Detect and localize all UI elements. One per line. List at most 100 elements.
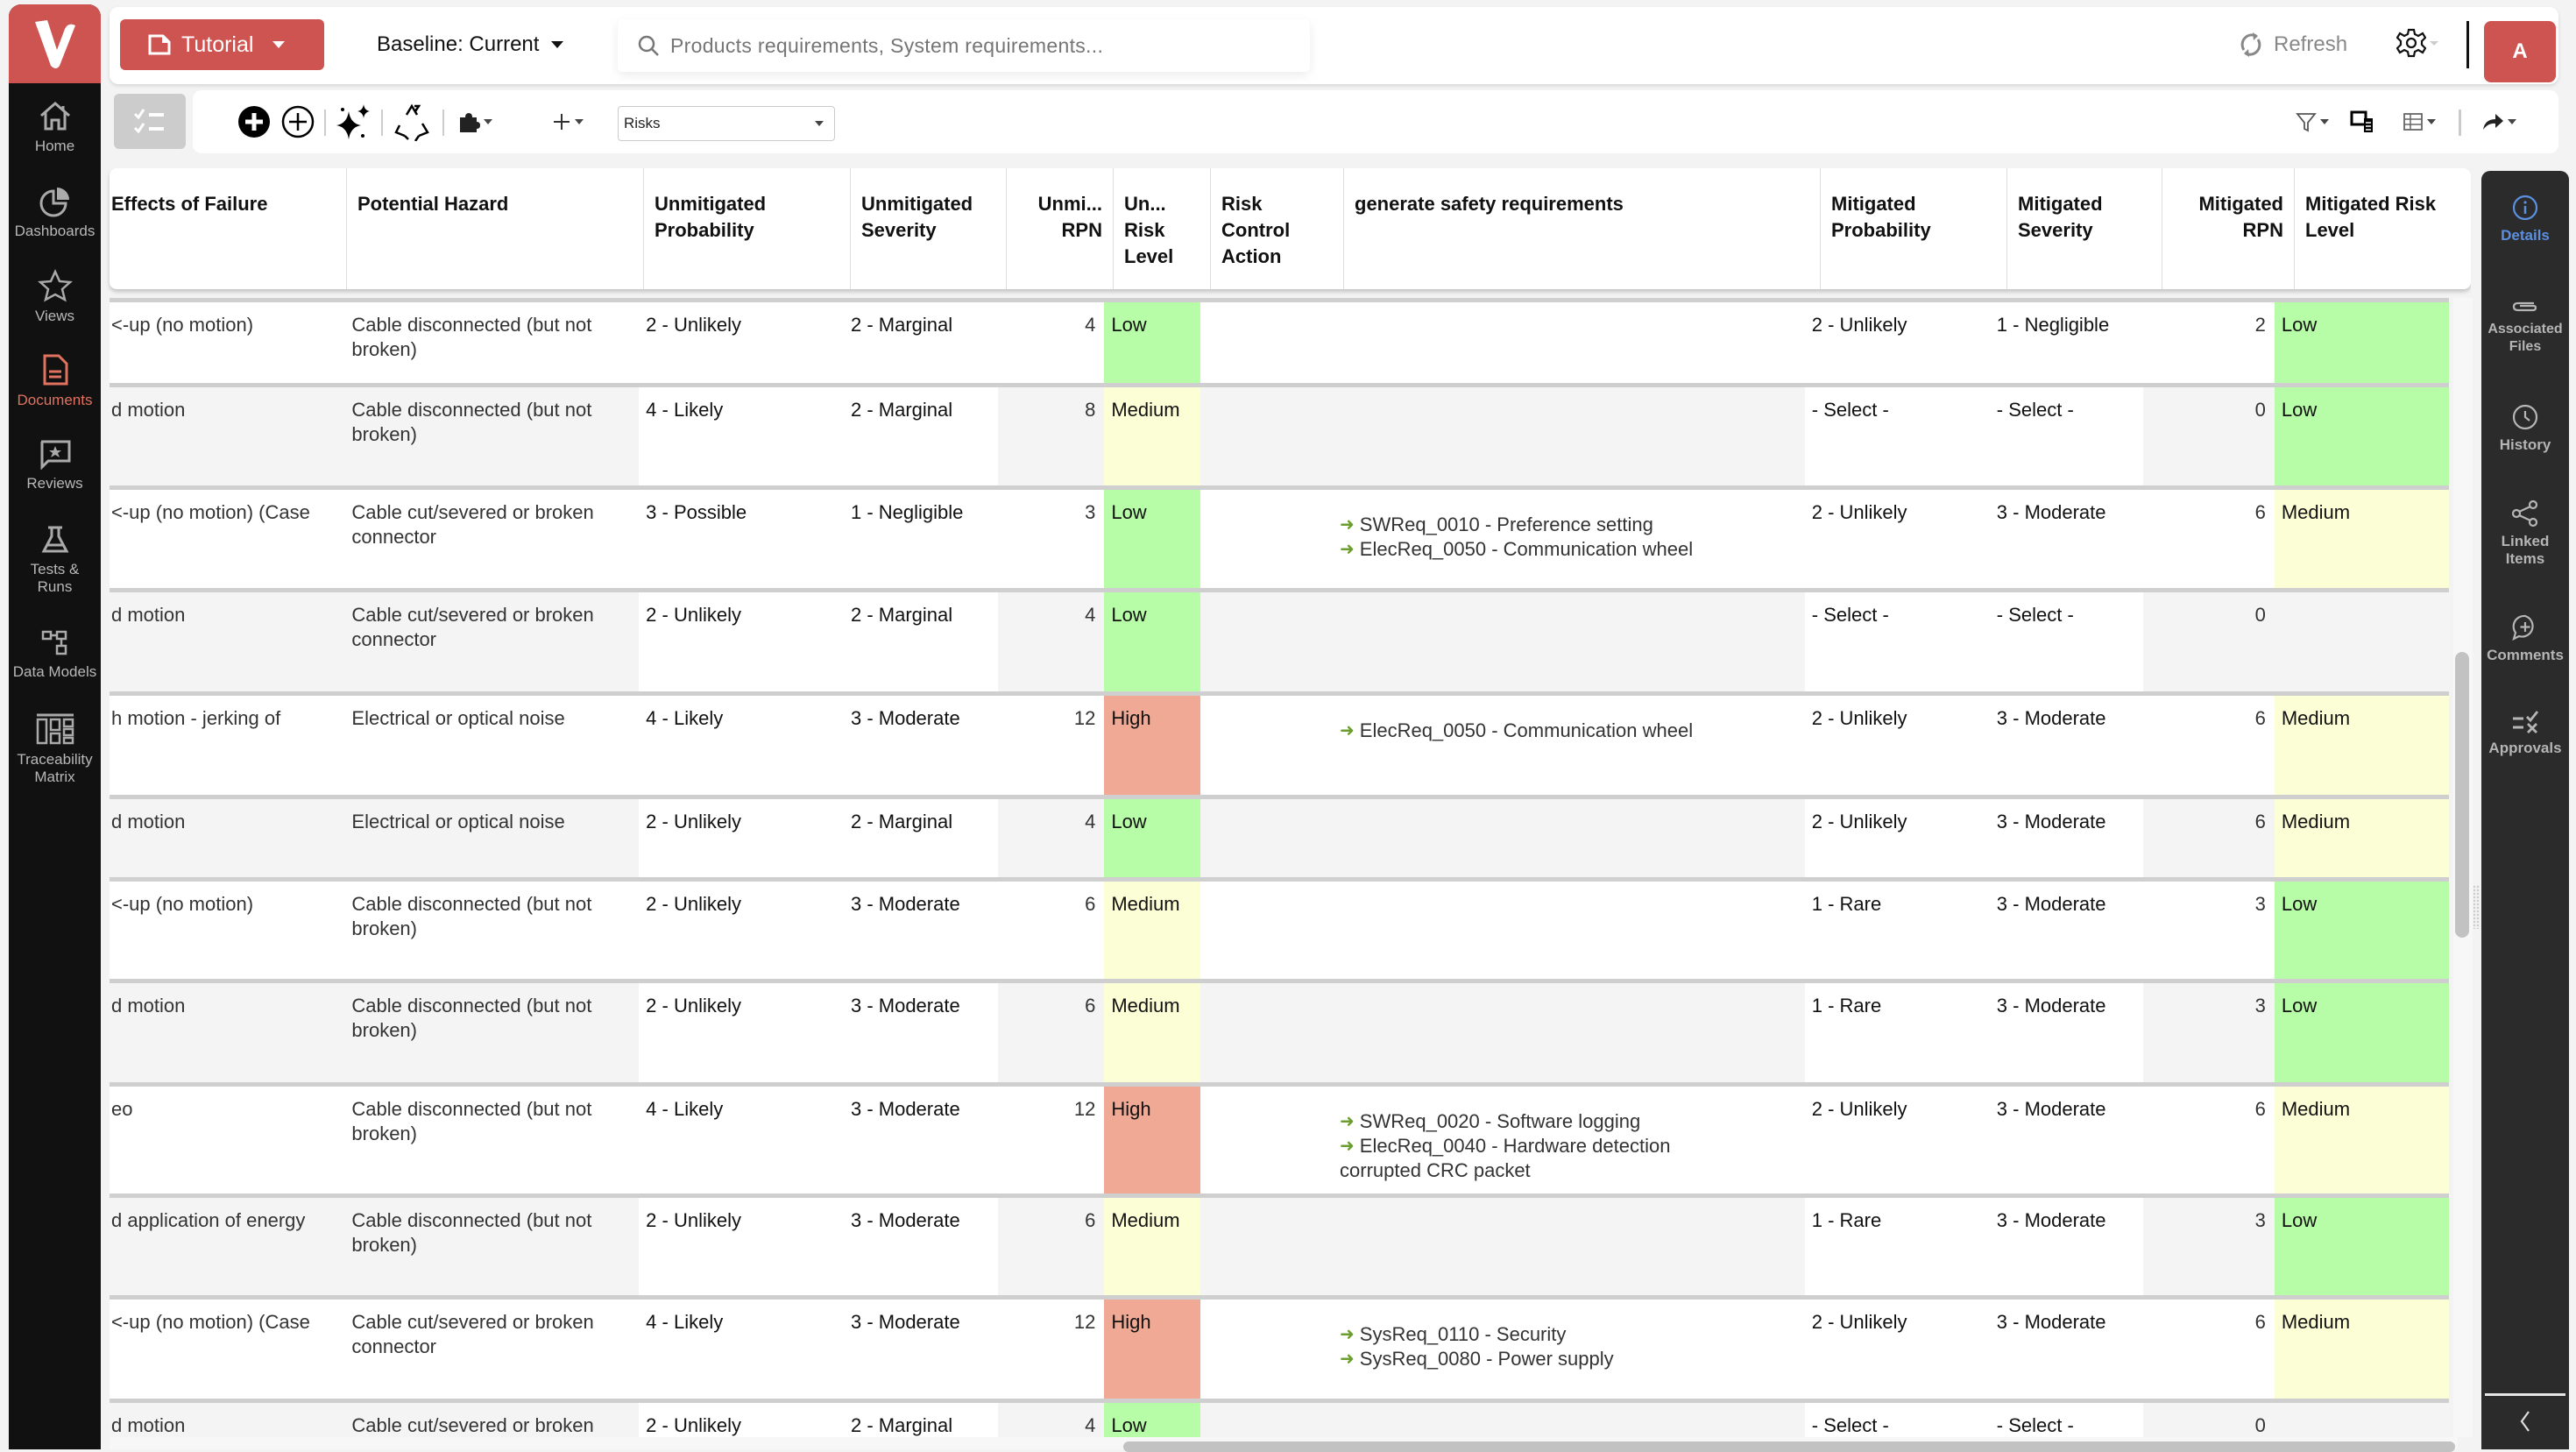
cell-mitigated-probability[interactable]: 1 - Rare xyxy=(1805,882,1990,979)
cell-unmitigated-severity[interactable]: 2 - Marginal xyxy=(843,592,999,691)
cell-unmitigated-risk-level[interactable]: Low xyxy=(1104,799,1201,877)
add-child-button[interactable] xyxy=(280,90,315,153)
cell-unmitigated-risk-level[interactable]: Medium xyxy=(1104,983,1201,1082)
cell-risk-control-action[interactable] xyxy=(1200,1087,1333,1193)
requirement-link[interactable]: ➜ SWReq_0010 - Preference setting xyxy=(1340,513,1798,537)
requirement-link[interactable]: ➜ ElecReq_0050 - Communication wheel xyxy=(1340,537,1798,562)
cell-unmitigated-severity[interactable]: 1 - Negligible xyxy=(844,490,998,588)
cell-unmitigated-probability[interactable]: 4 - Likely xyxy=(639,1087,844,1193)
nav-item-dashboards[interactable]: Dashboards xyxy=(9,171,101,255)
cell-effects[interactable]: d motion xyxy=(110,592,344,691)
plugins-dropdown[interactable] xyxy=(457,90,492,153)
cell-risk-control-action[interactable] xyxy=(1200,983,1333,1082)
cell-mitigated-probability[interactable]: 2 - Unlikely xyxy=(1805,490,1990,588)
settings-button[interactable] xyxy=(2396,28,2438,58)
column-header-unmitigated-probability[interactable]: Unmitigated Probability xyxy=(644,168,851,289)
cell-mitigated-rpn[interactable]: 3 xyxy=(2143,882,2275,979)
cell-unmitigated-probability[interactable]: 2 - Unlikely xyxy=(639,592,844,691)
requirement-link[interactable]: ➜ ElecReq_0040 - Hardware detection xyxy=(1340,1134,1798,1158)
cell-unmitigated-rpn[interactable]: 8 xyxy=(998,387,1104,485)
cell-risk-control-action[interactable] xyxy=(1200,882,1333,979)
cell-safety-requirements[interactable]: ➜ ElecReq_0050 - Communication wheel xyxy=(1333,696,1805,795)
add-item-button[interactable] xyxy=(237,90,272,153)
cell-mitigated-severity[interactable]: - Select - xyxy=(1989,592,2144,691)
cell-mitigated-risk-level[interactable]: Medium xyxy=(2274,490,2449,588)
cell-unmitigated-rpn[interactable]: 6 xyxy=(998,882,1104,979)
cell-mitigated-severity[interactable]: 3 - Moderate xyxy=(1989,799,2144,877)
cell-unmitigated-risk-level[interactable]: Medium xyxy=(1104,882,1201,979)
panel-tab-details[interactable]: Details xyxy=(2481,194,2569,244)
cell-effects[interactable]: <-up (no motion) (Case xyxy=(110,1300,344,1399)
nav-item-traceability-matrix[interactable]: Traceability Matrix xyxy=(9,697,101,802)
cell-unmitigated-probability[interactable]: 4 - Likely xyxy=(639,387,844,485)
cell-mitigated-risk-level[interactable] xyxy=(2275,592,2449,691)
recycle-button[interactable] xyxy=(393,90,431,153)
cell-risk-control-action[interactable] xyxy=(1200,1198,1333,1295)
cell-mitigated-probability[interactable]: 2 - Unlikely xyxy=(1805,1300,1990,1399)
cell-mitigated-risk-level[interactable]: Medium xyxy=(2274,1300,2449,1399)
cell-mitigated-probability[interactable]: - Select - xyxy=(1804,387,1990,485)
cell-hazard[interactable]: Electrical or optical noise xyxy=(344,799,639,877)
table-row[interactable]: d application of energy Cable disconnecte… xyxy=(110,1193,2449,1295)
panel-tab-history[interactable]: History xyxy=(2481,403,2569,454)
cell-hazard[interactable]: Cable disconnected (but not broken) xyxy=(344,1198,639,1295)
cell-unmitigated-rpn[interactable]: 6 xyxy=(998,983,1104,1082)
cell-unmitigated-rpn[interactable]: 12 xyxy=(998,1087,1104,1193)
cell-hazard[interactable]: Cable disconnected (but not broken) xyxy=(344,387,639,485)
cell-unmitigated-rpn[interactable]: 3 xyxy=(998,490,1104,588)
column-header-mitigated-probability[interactable]: Mitigated Probability xyxy=(1821,168,2007,289)
cell-mitigated-probability[interactable]: 2 - Unlikely xyxy=(1805,1087,1990,1193)
cell-safety-requirements[interactable] xyxy=(1333,799,1805,877)
cell-mitigated-probability[interactable]: 1 - Rare xyxy=(1804,1198,1990,1295)
cell-mitigated-risk-level[interactable]: Medium xyxy=(2274,696,2449,795)
cell-mitigated-severity[interactable]: 1 - Negligible xyxy=(1990,302,2143,383)
panel-tab-linked-items[interactable]: Linked Items xyxy=(2481,499,2569,568)
cell-effects[interactable]: h motion - jerking of xyxy=(110,696,344,795)
cell-mitigated-rpn[interactable]: 6 xyxy=(2143,1087,2275,1193)
cell-unmitigated-severity[interactable]: 2 - Marginal xyxy=(844,302,998,383)
cell-unmitigated-severity[interactable]: 3 - Moderate xyxy=(844,1087,998,1193)
cell-mitigated-rpn[interactable]: 6 xyxy=(2143,1300,2275,1399)
requirement-link[interactable]: ➜ SWReq_0020 - Software logging xyxy=(1340,1109,1798,1134)
cell-effects[interactable]: <-up (no motion) xyxy=(110,882,344,979)
cell-effects[interactable]: d motion xyxy=(110,799,344,877)
cell-unmitigated-probability[interactable]: 4 - Likely xyxy=(639,1300,844,1399)
cell-hazard[interactable]: Cable disconnected (but not broken) xyxy=(344,882,639,979)
cell-hazard[interactable]: Cable disconnected (but not broken) xyxy=(344,302,639,383)
table-row[interactable]: d motion Cable disconnected (but not brok… xyxy=(110,383,2449,485)
nav-item-tests-runs[interactable]: Tests & Runs xyxy=(9,507,101,613)
cell-mitigated-severity[interactable]: 3 - Moderate xyxy=(1990,490,2143,588)
cell-unmitigated-probability[interactable]: 2 - Unlikely xyxy=(639,1198,844,1295)
table-row[interactable]: <-up (no motion) (Case Cable cut/severed … xyxy=(110,485,2449,588)
cell-mitigated-rpn[interactable]: 6 xyxy=(2143,799,2275,877)
panel-tab-comments[interactable]: Comments xyxy=(2481,613,2569,664)
cell-mitigated-severity[interactable]: 3 - Moderate xyxy=(1989,983,2144,1082)
cell-unmitigated-risk-level[interactable]: High xyxy=(1104,1087,1201,1193)
cell-unmitigated-probability[interactable]: 2 - Unlikely xyxy=(639,799,844,877)
cell-risk-control-action[interactable] xyxy=(1200,592,1333,691)
ai-generate-button[interactable] xyxy=(335,90,373,153)
cell-hazard[interactable]: Cable disconnected (but not broken) xyxy=(344,1087,639,1193)
cell-safety-requirements[interactable] xyxy=(1333,882,1805,979)
nav-item-reviews[interactable]: Reviews xyxy=(9,423,101,507)
cell-effects[interactable]: <-up (no motion) (Case xyxy=(110,490,344,588)
cell-mitigated-risk-level[interactable]: Low xyxy=(2274,387,2449,485)
cell-unmitigated-severity[interactable]: 2 - Marginal xyxy=(843,387,999,485)
column-header-mitigated-severity[interactable]: Mitigated Severity xyxy=(2007,168,2162,289)
cell-hazard[interactable]: Electrical or optical noise xyxy=(344,696,639,795)
refresh-button[interactable]: Refresh xyxy=(2239,19,2347,70)
table-row[interactable]: d motion Electrical or optical noise 2 - U… xyxy=(110,795,2449,877)
cell-mitigated-probability[interactable]: - Select - xyxy=(1804,592,1990,691)
table-row[interactable]: <-up (no motion) Cable disconnected (but … xyxy=(110,298,2449,383)
table-row[interactable]: d motion Cable cut/severed or broken conn… xyxy=(110,588,2449,691)
cell-safety-requirements[interactable] xyxy=(1333,592,1805,691)
columns-dropdown[interactable] xyxy=(2403,90,2436,153)
column-header-unmitigated-risk-level[interactable]: Un... Risk Level xyxy=(1114,168,1211,289)
cell-hazard[interactable]: Cable disconnected (but not broken) xyxy=(344,983,639,1082)
cell-mitigated-rpn[interactable]: 0 xyxy=(2143,387,2275,485)
cell-mitigated-risk-level[interactable]: Low xyxy=(2274,983,2449,1082)
cell-unmitigated-probability[interactable]: 2 - Unlikely xyxy=(639,983,844,1082)
cell-unmitigated-rpn[interactable]: 4 xyxy=(998,799,1104,877)
nav-item-documents[interactable]: Documents xyxy=(9,339,101,423)
cell-mitigated-severity[interactable]: 3 - Moderate xyxy=(1990,1300,2143,1399)
